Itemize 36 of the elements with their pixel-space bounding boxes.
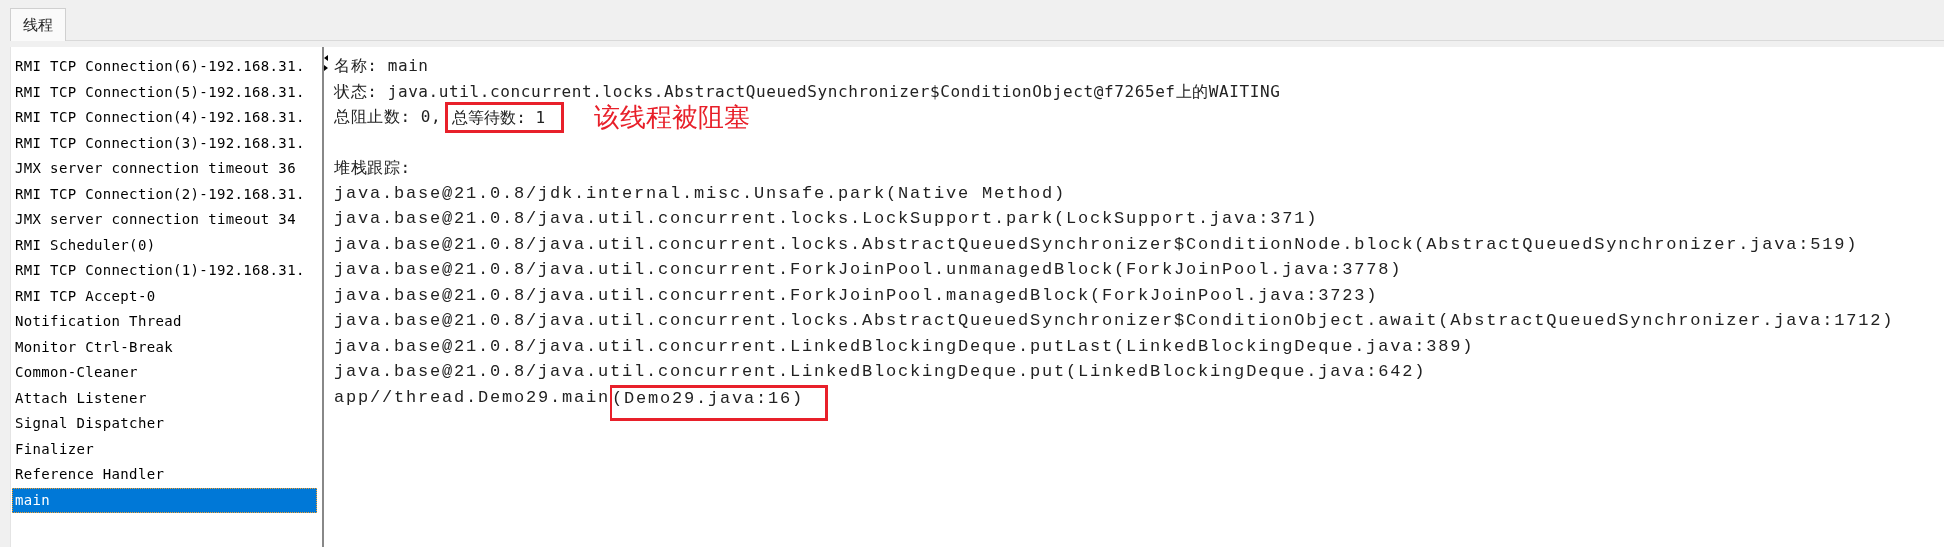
thread-list-item[interactable]: Signal Dispatcher: [12, 411, 317, 437]
stack-frame: app//thread.Demo29.main: [334, 387, 611, 407]
tab[interactable]: 线程: [10, 8, 66, 41]
highlighted-source-location: (Demo29.java:16): [610, 384, 829, 421]
thread-list-item[interactable]: RMI TCP Connection(5)-192.168.31.: [12, 79, 317, 105]
thread-list-item[interactable]: RMI TCP Connection(1)-192.168.31.: [12, 258, 317, 284]
thread-list-item[interactable]: Notification Thread: [12, 309, 317, 335]
thread-list-item[interactable]: Attach Listener: [12, 385, 317, 411]
blocked-count: 总阻止数: 0,: [334, 106, 442, 129]
thread-list-item[interactable]: Monitor Ctrl-Break: [12, 334, 317, 360]
waited-count: 总等待数: 1: [445, 101, 565, 133]
thread-list-item[interactable]: Reference Handler: [12, 462, 317, 488]
thread-list-item[interactable]: RMI TCP Connection(6)-192.168.31.: [12, 54, 317, 80]
thread-list-item[interactable]: RMI TCP Connection(2)-192.168.31.: [12, 181, 317, 207]
thread-list-item[interactable]: Common-Cleaner: [12, 360, 317, 386]
stack-frame: java.base@21.0.8/java.util.concurrent.locks.AbstractQueuedSynchronizer$ConditionObject.await(AbstractQueuedSynchronizer.java:1712): [334, 308, 1895, 334]
thread-list-item[interactable]: RMI TCP Connection(4)-192.168.31.: [12, 105, 317, 131]
stack-frame: java.base@21.0.8/java.util.concurrent.LinkedBlockingDeque.put(LinkedBlockingDeque.java:642): [334, 359, 1895, 385]
thread-list-item[interactable]: RMI Scheduler(0): [12, 232, 317, 258]
splitter-arrows-icon[interactable]: [323, 54, 329, 72]
thread-list-item[interactable]: JMX server connection timeout 34: [12, 207, 317, 233]
annotation-text: 该线程被阻塞: [594, 100, 751, 134]
stack-trace-heading: 堆栈跟踪:: [334, 157, 412, 179]
thread-list-item[interactable]: Finalizer: [12, 436, 317, 462]
thread-list-item[interactable]: RMI TCP Accept-0: [12, 283, 317, 309]
stack-frame: java.base@21.0.8/java.util.concurrent.ForkJoinPool.managedBlock(ForkJoinPool.java:3723): [334, 282, 1895, 308]
thread-list-item[interactable]: main: [12, 487, 317, 513]
stack-frame: java.base@21.0.8/java.util.concurrent.ForkJoinPool.unmanagedBlock(ForkJoinPool.java:3778): [334, 257, 1895, 283]
stack-frame: java.base@21.0.8/java.util.concurrent.LinkedBlockingDeque.putLast(LinkedBlockingDeque.java:389): [334, 333, 1895, 359]
thread-name: 名称: main: [334, 55, 430, 77]
stack-frame: java.base@21.0.8/jdk.internal.misc.Unsafe.park(Native Method): [334, 180, 1895, 206]
thread-list-item[interactable]: RMI TCP Connection(3)-192.168.31.: [12, 130, 317, 156]
thread-state: 状态: java.util.concurrent.locks.AbstractQueuedSynchronizer$ConditionObject@f7265ef上的WAITING: [334, 80, 1282, 103]
thread-list-item[interactable]: JMX server connection timeout 36: [12, 156, 317, 182]
stack-frame: java.base@21.0.8/java.util.concurrent.locks.LockSupport.park(LockSupport.java:371): [334, 206, 1895, 232]
stack-frame: java.base@21.0.8/java.util.concurrent.locks.AbstractQueuedSynchronizer$ConditionNode.block(AbstractQueuedSynchronizer.java:519): [334, 231, 1895, 257]
